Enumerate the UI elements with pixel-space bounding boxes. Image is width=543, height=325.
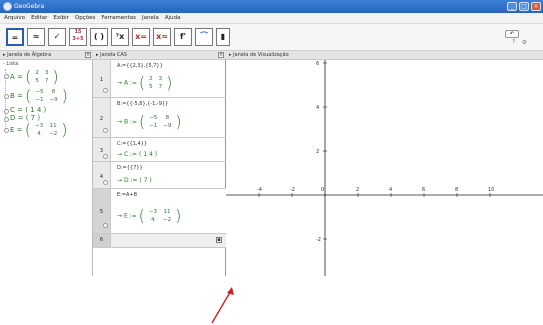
algebra-list-header: - Lista [3,61,19,67]
close-button[interactable]: × [531,2,541,11]
y-tick-label: 6 [316,61,319,67]
cas-row[interactable]: 1 A:={{2,3},{5,7}} → A := (2 3 5 7) [93,60,226,98]
y-tick-label: 4 [316,105,319,111]
cas-panel-header: ▸ Janela CAS × [93,51,226,60]
menu-ferramentas[interactable]: Ferramentas [101,15,136,23]
menu-ajuda[interactable]: Ajuda [165,15,181,23]
keep-input-tool-button[interactable]: ✓ [48,28,66,46]
x-tick-label: -2 [290,187,295,193]
algebra-panel-title: Janela de Álgebra [7,52,52,58]
help-button[interactable]: ? [512,39,515,45]
cas-row[interactable]: 2 B:={{-5,8},{-1,-9}} → B := (−5 8 −1 −9) [93,98,226,138]
visibility-toggle[interactable] [4,94,9,99]
menu-janela[interactable]: Janela [142,15,159,23]
cas-panel-title: Janela CAS [100,52,128,58]
visibility-toggle[interactable] [103,128,108,133]
annotation-arrow [211,287,234,324]
title-bar: GeoGebra _ □ × [0,0,543,13]
y-tick-label: 2 [316,149,319,155]
cas-view: 1 A:={{2,3},{5,7}} → A := (2 3 5 7) 2 B:={{… [93,60,234,324]
cas-row[interactable]: 4 D:={{7}} → D := ( 7 ) [93,162,226,189]
visibility-toggle[interactable] [4,117,9,122]
menu-editar[interactable]: Editar [31,15,47,23]
visibility-toggle[interactable] [103,154,108,159]
algebra-panel-header: ▸ Janela de Álgebra × [0,51,93,60]
cas-output: → C := ( 1 4 ) [117,151,158,158]
substitute-tool-button[interactable]: ⁷x [111,28,129,46]
menu-arquivo[interactable]: Arquivo [4,15,25,23]
close-panel-icon[interactable]: × [85,52,91,58]
cas-input[interactable]: A:={{2,3},{5,7}} [117,63,163,69]
y-tick-label: -2 [316,237,321,243]
derivative-tool-button[interactable]: f' [174,28,192,46]
visibility-toggle[interactable] [4,109,9,114]
x-tick-label: 6 [422,187,425,193]
window-title: GeoGebra [14,3,45,10]
graphics-view[interactable]: -4-20246810 642-2-4 [226,60,543,287]
toolbar: = ≈ ✓ 15 3+5 ( ) ⁷x x= x≈ f' ⏜ ▮ ↶ ? ⚙ [0,24,543,51]
minimize-button[interactable]: _ [507,2,517,11]
cas-output: → A := (2 3 5 7) [117,73,173,92]
visibility-toggle[interactable] [103,180,108,185]
graphics-panel-title: Janela de Visualização [233,52,289,58]
cas-output: → B := (−5 8 −1 −9) [117,112,182,131]
integral-tool-button[interactable]: ⏜ [195,28,213,46]
algebra-item-c[interactable]: C = ( 1 4 ) [10,106,46,114]
visibility-toggle[interactable] [4,128,9,133]
visibility-toggle[interactable] [4,74,9,79]
algebra-view: - Lista A = (2 3 5 7) B = (−5 8 −1 −9) C = ( 1… [0,60,93,276]
x-tick-label: 0 [321,187,324,193]
delete-tool-button[interactable]: ▮ [216,28,230,46]
graphics-panel-header: ▸ Janela de Visualização [226,51,543,60]
cas-row-number: 2 [99,115,104,122]
undo-button[interactable]: ↶ [505,30,519,38]
x-tick-label: 10 [488,187,494,193]
settings-icon[interactable]: ⚙ [522,39,527,46]
expand-tool-button[interactable]: ( ) [90,28,108,46]
cas-input[interactable]: B:={{-5,8},{-1,-9}} [117,101,168,107]
solve-tool-button[interactable]: x= [132,28,150,46]
numeric-tool-button[interactable]: ≈ [27,28,45,46]
x-tick-label: 2 [356,187,359,193]
geogebra-window: GeoGebra _ □ × Arquivo Editar Exibir Opç… [0,0,543,324]
cas-input[interactable]: C:={{1,4}} [117,141,147,147]
cas-row-number: 6 [99,237,104,244]
x-tick-label: 8 [455,187,458,193]
keyboard-icon[interactable]: ▪ [216,237,222,243]
visibility-toggle[interactable] [103,88,108,93]
menu-opcoes[interactable]: Opções [75,15,95,23]
cas-row[interactable]: 6 ▪ [93,234,226,248]
cas-row[interactable]: 5 E:=A+B → E := (−3 11 4 −2) [93,189,226,234]
cas-output: → E := (−3 11 4 −2) [117,206,182,225]
menu-exibir[interactable]: Exibir [53,15,69,23]
solve-numerically-tool-button[interactable]: x≈ [153,28,171,46]
cas-output: → D := ( 7 ) [117,177,152,184]
cas-row-number: 1 [99,76,104,83]
graphics-canvas: -4-20246810 642-2-4 [226,60,543,287]
menu-bar: Arquivo Editar Exibir Opções Ferramentas… [0,13,543,24]
maximize-button[interactable]: □ [519,2,529,11]
cas-input[interactable]: D:={{7}} [117,165,143,171]
cas-row-number: 4 [99,173,104,180]
cas-row[interactable]: 3 C:={{1,4}} → C := ( 1 4 ) [93,138,226,162]
cas-row-number: 5 [99,208,104,215]
visibility-toggle[interactable] [103,223,108,228]
algebra-item-e[interactable]: E = (−3 11 4 −2) [10,121,67,139]
algebra-item-b[interactable]: B = (−5 8 −1 −9) [10,87,68,105]
cas-input[interactable]: E:=A+B [117,192,137,198]
evaluate-tool-button[interactable]: = [6,28,24,46]
factor-tool-button[interactable]: 15 3+5 [69,28,87,46]
x-tick-label: 4 [389,187,392,193]
x-tick-label: -4 [257,187,262,193]
close-panel-icon[interactable]: × [218,52,224,58]
algebra-item-a[interactable]: A = (2 3 5 7) [10,68,59,86]
cas-row-number: 3 [99,148,104,155]
geogebra-logo-icon [3,2,12,11]
